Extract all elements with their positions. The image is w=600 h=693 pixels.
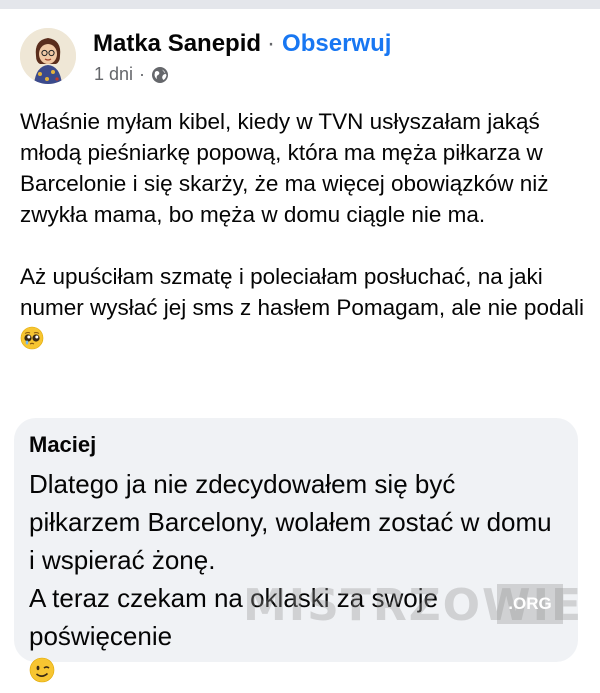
pleading-face-emoji-icon [20, 326, 44, 350]
comment-text: Dlatego ja nie zdecydowałem się być piłk… [29, 465, 564, 683]
globe-icon [151, 66, 169, 84]
header-separator: · [267, 30, 276, 57]
comment-line-text: A teraz czekam na oklaski za swoje poświ… [29, 583, 438, 651]
meta-separator: · [139, 64, 146, 84]
author-name[interactable]: Matka Sanepid [93, 30, 261, 57]
post-body: Właśnie myłam kibel, kiedy w TVN usłysza… [20, 106, 586, 354]
comment-line-2: A teraz czekam na oklaski za swoje poświ… [29, 579, 564, 683]
post-time[interactable]: 1 dni [94, 64, 133, 85]
comment-bubble: Maciej Dlatego ja nie zdecydowałem się b… [14, 418, 578, 683]
top-divider [0, 0, 600, 9]
avatar-illustration [20, 28, 76, 84]
comment-author[interactable]: Maciej [29, 430, 564, 460]
follow-button[interactable]: Obserwuj [282, 30, 391, 57]
avatar[interactable] [20, 28, 76, 84]
post-paragraph: Właśnie myłam kibel, kiedy w TVN usłysza… [20, 109, 549, 227]
comment-line: Dlatego ja nie zdecydowałem się być piłk… [29, 469, 552, 575]
post-paragraph-2: Aż upuściłam szmatę i poleciałam posłuch… [20, 261, 586, 354]
winking-face-emoji-icon [29, 655, 55, 683]
post-meta: 1 dni · [94, 64, 169, 85]
post-header: Matka Sanepid · Obserwuj [93, 30, 391, 58]
post-paragraph-text: Aż upuściłam szmatę i poleciałam posłuch… [20, 264, 584, 320]
